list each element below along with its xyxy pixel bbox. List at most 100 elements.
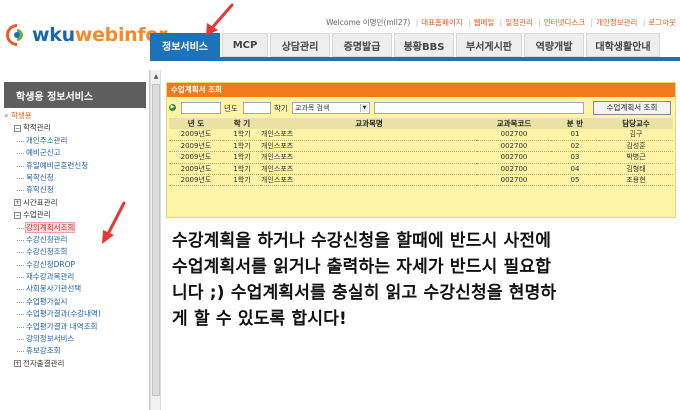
cell-professor: 박병근 <box>599 151 673 164</box>
caption-line: 니다 ;) 수업계획서를 충실히 읽고 수강신청을 현명하 <box>172 283 557 303</box>
cell-year: 2009년도 <box>169 163 223 176</box>
caption-line: 수업계획서를 읽거나 출력하는 자세가 반드시 필요합 <box>172 257 552 277</box>
sidebar-item[interactable]: 강의정보서비스 <box>4 333 150 345</box>
collapse-icon[interactable]: − <box>14 211 21 219</box>
logo[interactable]: wkuwebinfor. <box>1 19 172 51</box>
sidebar-item[interactable]: 사회봉사기관선택 <box>4 283 150 295</box>
sidebar-item[interactable]: 수업평가결과 내역조회 <box>4 321 150 333</box>
term-label: 학기 <box>274 104 288 113</box>
logo-text-part1: wku <box>32 24 75 46</box>
util-link-webmail[interactable]: 웹메일 <box>474 18 495 27</box>
util-link-disk[interactable]: 인터넷디스크 <box>544 18 585 27</box>
table-row[interactable]: 2009년도 1학기 개인스포츠 002700 04 김형태 <box>169 163 673 176</box>
cell-section: 02 <box>551 140 599 153</box>
keyword-input[interactable] <box>374 102 584 114</box>
tab-campus-life[interactable]: 대학생활안내 <box>586 33 660 57</box>
sidebar-item[interactable]: 개인주소관리 <box>4 135 150 147</box>
tree-group-attendance[interactable]: + 전자출결관리 <box>4 358 150 370</box>
collapse-icon[interactable]: − <box>14 124 21 132</box>
caption-line: 수강계획을 하거나 수강신청을 할때에 반드시 사전에 <box>172 231 552 251</box>
util-link-home[interactable]: 대표홈페이지 <box>421 18 462 27</box>
cell-professor: 김형태 <box>599 163 673 176</box>
global-nav: 정보서비스 MCP 상담관리 증명발급 봉황BBS 부서게시판 역량개발 대학생… <box>150 33 662 57</box>
tab-counseling[interactable]: 상담관리 <box>270 33 330 57</box>
page: wkuwebinfor. Welcome 이명민(mll27) | 대표홈페이지 … <box>0 0 680 410</box>
sidebar: 학생용 정보서비스 » 학생용 − 학적관리 개인주소관리 예비군신고 휴일예비군… <box>0 70 150 410</box>
util-link-profile[interactable]: 개인정보관리 <box>596 18 637 27</box>
sidebar-item[interactable]: 휴보강조회 <box>4 345 150 357</box>
table-row[interactable]: 2009년도 1학기 개인스포츠 002700 03 박병근 <box>169 151 673 164</box>
cell-course[interactable]: 개인스포츠 <box>261 151 477 164</box>
search-type-select[interactable]: 교과목 검색 ▼ <box>292 102 370 114</box>
cell-section: 05 <box>551 174 599 187</box>
sidebar-item[interactable]: 휴일예비군훈련신청 <box>4 160 150 172</box>
nav-underline <box>150 57 680 61</box>
cell-term: 1학기 <box>223 151 261 164</box>
expand-icon[interactable]: + <box>14 360 21 368</box>
panel-title: 수업계획서 조회 <box>167 83 675 97</box>
sidebar-item[interactable]: 재수강과목관리 <box>4 271 150 283</box>
syllabus-table: 년 도 학 기 교과목명 교과목코드 분 반 담당교수 2009년도 1학기 개… <box>169 118 673 187</box>
sidebar-item[interactable]: 수업평가실시 <box>4 296 150 308</box>
tree-root[interactable]: » 학생용 <box>4 110 150 122</box>
syllabus-search-button[interactable]: 수업계획서 조회 <box>593 101 671 115</box>
col-term: 학 기 <box>223 118 261 129</box>
tree-group-label: 학적관리 <box>23 123 51 133</box>
util-link-schedule[interactable]: 일정관리 <box>505 18 533 27</box>
tab-bbs[interactable]: 봉황BBS <box>394 33 454 57</box>
sidebar-item[interactable]: 휴학신청 <box>4 184 150 196</box>
col-code: 교과목코드 <box>477 118 551 129</box>
sidebar-item[interactable]: 예비군신고 <box>4 147 150 159</box>
cell-course[interactable]: 개인스포츠 <box>261 129 477 141</box>
cell-term: 1학기 <box>223 174 261 187</box>
cell-code: 002700 <box>477 174 551 187</box>
cell-code: 002700 <box>477 140 551 153</box>
cell-course[interactable]: 개인스포츠 <box>261 174 477 187</box>
cell-section: 03 <box>551 151 599 164</box>
table-row[interactable]: 2009년도 1학기 개인스포츠 002700 01 김구 <box>169 129 673 141</box>
caption-text: 수강계획을 하거나 수강신청을 할때에 반드시 사전에 수업계획서를 읽거나 출… <box>172 228 678 332</box>
table-header-row: 년 도 학 기 교과목명 교과목코드 분 반 담당교수 <box>169 118 673 129</box>
year-input[interactable] <box>181 102 221 114</box>
tab-mcp[interactable]: MCP <box>222 33 268 57</box>
sidebar-tree: » 학생용 − 학적관리 개인주소관리 예비군신고 휴일예비군훈련신청 복학신청 … <box>4 110 150 370</box>
scroll-thumb[interactable] <box>152 84 160 396</box>
tab-dept-board[interactable]: 부서게시판 <box>456 33 522 57</box>
vertical-scrollbar[interactable]: ▲ <box>150 70 161 410</box>
tree-group-label: 전자출결관리 <box>23 358 65 368</box>
term-input[interactable] <box>243 102 271 114</box>
caption-line: 게 할 수 있도록 합시다! <box>172 309 347 329</box>
cell-year: 2009년도 <box>169 129 223 141</box>
table-row[interactable]: 2009년도 1학기 개인스포츠 002700 02 김성훈 <box>169 140 673 153</box>
cell-code: 002700 <box>477 151 551 164</box>
table-row[interactable]: 2009년도 1학기 개인스포츠 002700 05 조용현 <box>169 174 673 187</box>
tree-group-label: 수업관리 <box>23 210 51 220</box>
sidebar-item[interactable]: 수강신청조회 <box>4 246 150 258</box>
sidebar-item[interactable]: 수강신청관리 <box>4 234 150 246</box>
tree-group-academic[interactable]: − 학적관리 <box>4 122 150 134</box>
expand-icon[interactable]: + <box>14 199 21 207</box>
cell-term: 1학기 <box>223 140 261 153</box>
sidebar-item[interactable]: 수업평가결과(수강내역) <box>4 308 150 320</box>
cell-professor: 김구 <box>599 129 673 141</box>
logo-icon <box>1 19 33 51</box>
util-link-logout[interactable]: 로그아웃 <box>648 18 676 27</box>
sidebar-item[interactable]: 수강신청DROP <box>4 259 150 271</box>
tab-certificates[interactable]: 증명발급 <box>332 33 392 57</box>
col-course: 교과목명 <box>261 118 477 129</box>
sidebar-item[interactable]: 복학신청 <box>4 172 150 184</box>
cell-course[interactable]: 개인스포츠 <box>261 140 477 153</box>
cell-professor: 김성훈 <box>599 140 673 153</box>
tree-group-class[interactable]: − 수업관리 <box>4 209 150 221</box>
cell-year: 2009년도 <box>169 174 223 187</box>
syllabus-panel: 수업계획서 조회 ▶ 년도 학기 교과목 검색 ▼ 수업계획서 조회 년 도 학… <box>166 82 676 218</box>
scroll-up-icon[interactable]: ▲ <box>152 72 160 82</box>
cell-course[interactable]: 개인스포츠 <box>261 163 477 176</box>
sidebar-item-syllabus[interactable]: 강의계획서조회 <box>4 221 150 234</box>
welcome-text: Welcome 이명민(mll27) <box>326 18 411 27</box>
cell-code: 002700 <box>477 163 551 176</box>
tab-info-service[interactable]: 정보서비스 <box>150 33 220 57</box>
cell-code: 002700 <box>477 129 551 141</box>
tab-competency[interactable]: 역량개발 <box>524 33 584 57</box>
tree-group-timetable[interactable]: + 시간표관리 <box>4 197 150 209</box>
